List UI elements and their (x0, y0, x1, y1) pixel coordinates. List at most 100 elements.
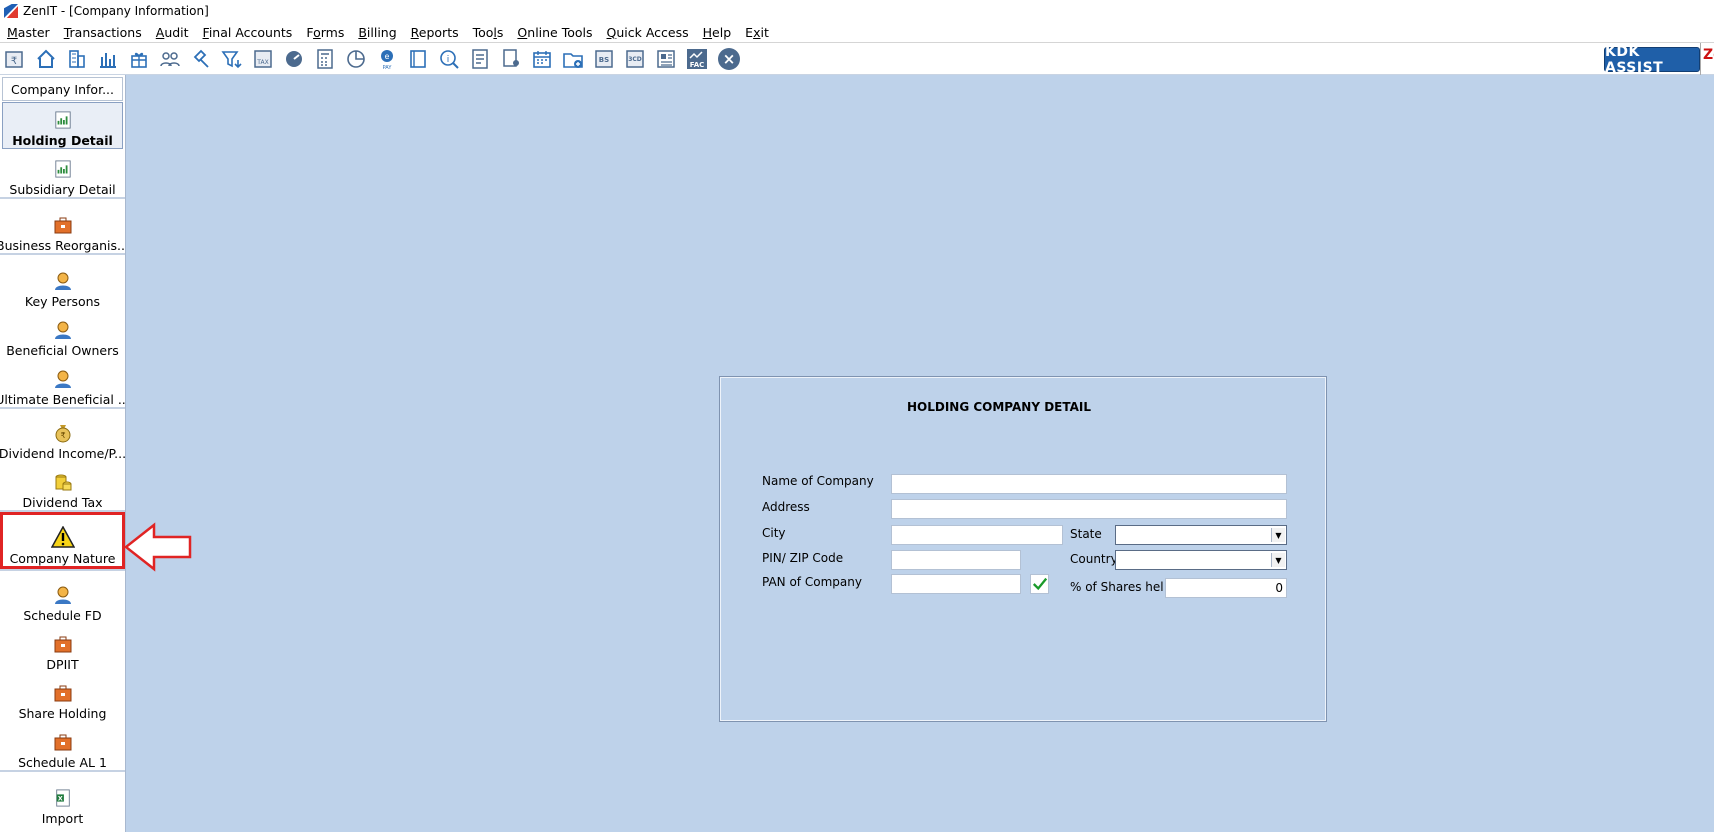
city-field[interactable] (891, 525, 1063, 545)
briefcase-icon (53, 683, 73, 703)
gift-icon[interactable] (127, 47, 151, 71)
menu-exit[interactable]: Exit (738, 25, 776, 40)
svg-text:TAX: TAX (256, 59, 268, 66)
sidebar-group-schedules: Schedule FD DPIIT Share Holding Schedule… (0, 569, 125, 772)
sidebar-group-holding: Holding Detail Subsidiary Detail (0, 102, 125, 199)
pin-zip-field[interactable] (891, 550, 1021, 570)
svg-text:FAC: FAC (690, 61, 705, 69)
report-sheet-icon[interactable] (468, 47, 492, 71)
sidebar-item-dpiit[interactable]: DPIIT (0, 623, 125, 672)
kdk-assist-button[interactable]: KDK ASSIST (1604, 44, 1700, 76)
sidebar-group-nature: Company Nature (0, 512, 125, 569)
svg-text:PAY: PAY (383, 65, 393, 70)
folder-add-icon[interactable] (561, 47, 585, 71)
info-search-icon[interactable]: i (437, 47, 461, 71)
gavel-icon[interactable] (189, 47, 213, 71)
sidebar-item-share-holding[interactable]: Share Holding (0, 672, 125, 721)
svg-text:3CD: 3CD (628, 56, 642, 63)
sidebar-item-holding-detail[interactable]: Holding Detail (2, 102, 123, 149)
menu-online-tools[interactable]: Online Tools (510, 25, 599, 40)
sidebar-item-ultimate-beneficial[interactable]: Ultimate Beneficial ... (0, 358, 125, 407)
building-icon[interactable] (65, 47, 89, 71)
svg-text:₹: ₹ (60, 431, 65, 440)
pin-zip-label: PIN/ ZIP Code (762, 551, 844, 565)
sidebar-item-company-nature[interactable]: Company Nature (0, 512, 125, 569)
menu-final-accounts[interactable]: Final Accounts (196, 25, 300, 40)
svg-text:e: e (385, 52, 390, 61)
calendar-icon[interactable] (530, 47, 554, 71)
title-bar: ZenIT - [Company Information] (0, 0, 1714, 22)
sidebar-item-dividend-income[interactable]: ₹ Dividend Income/P... (0, 409, 125, 461)
chevron-down-icon[interactable]: ▼ (1271, 528, 1285, 542)
sidebar-item-subsidiary-detail[interactable]: Subsidiary Detail (0, 150, 125, 197)
bs-icon[interactable]: BS (592, 47, 616, 71)
svg-text:₹: ₹ (11, 56, 17, 67)
group-icon[interactable] (158, 47, 182, 71)
bar-chart-icon[interactable] (96, 47, 120, 71)
menu-billing[interactable]: Billing (351, 25, 403, 40)
epay-icon[interactable]: e PAY (375, 47, 399, 71)
person-icon (53, 320, 73, 340)
holding-company-panel: HOLDING COMPANY DETAIL Name of Company A… (719, 376, 1327, 722)
sidebar-item-import[interactable]: X Import (0, 772, 125, 826)
country-label: Country (1070, 552, 1118, 566)
chevron-down-icon[interactable]: ▼ (1271, 553, 1285, 567)
menu-help[interactable]: Help (696, 25, 739, 40)
menu-transactions[interactable]: Transactions (57, 25, 149, 40)
menu-quick-access[interactable]: Quick Access (600, 25, 696, 40)
annotation-arrow-icon (124, 522, 192, 572)
sidebar-item-schedule-fd[interactable]: Schedule FD (0, 571, 125, 623)
sidebar-header[interactable]: Company Infor... (2, 77, 123, 101)
person-icon (53, 271, 73, 291)
home-icon[interactable] (34, 47, 58, 71)
city-label: City (762, 526, 786, 540)
speedometer-icon[interactable] (282, 47, 306, 71)
toolbar: ₹ TAX e PAY i BS 3CD FAC × (0, 43, 1714, 75)
country-dropdown[interactable]: ▼ (1115, 550, 1287, 570)
name-of-company-label: Name of Company (762, 474, 874, 488)
state-dropdown[interactable]: ▼ (1115, 525, 1287, 545)
filter-icon[interactable] (220, 47, 244, 71)
sidebar-item-key-persons[interactable]: Key Persons (0, 255, 125, 309)
briefcase-icon (53, 634, 73, 654)
fac-icon[interactable]: FAC (685, 47, 709, 71)
sidebar-item-dividend-tax[interactable]: Dividend Tax (0, 461, 125, 510)
state-label: State (1070, 527, 1102, 541)
toolbar-edge-text: Ze (1703, 47, 1714, 63)
sidebar-group-reorg: Business Reorganis... (0, 199, 125, 255)
coins-icon (53, 472, 73, 492)
menu-forms[interactable]: Forms (299, 25, 351, 40)
rupee-book-icon[interactable]: ₹ (3, 47, 27, 71)
menu-tools[interactable]: Tools (466, 25, 511, 40)
address-field[interactable] (891, 499, 1287, 519)
calculator-icon[interactable] (313, 47, 337, 71)
shares-held-field[interactable]: 0 (1165, 578, 1287, 598)
pan-verify-check-icon[interactable] (1030, 574, 1049, 594)
tax-calculator-icon[interactable]: TAX (251, 47, 275, 71)
person-icon (53, 369, 73, 389)
sidebar-group-dividend: ₹ Dividend Income/P... Dividend Tax (0, 409, 125, 512)
money-bag-icon: ₹ (53, 423, 73, 443)
ledger-book-icon[interactable] (406, 47, 430, 71)
menu-reports[interactable]: Reports (404, 25, 466, 40)
svg-text:BS: BS (599, 56, 609, 64)
newspaper-icon[interactable] (654, 47, 678, 71)
close-icon[interactable]: × (718, 47, 740, 70)
sidebar-item-schedule-al1[interactable]: Schedule AL 1 (0, 721, 125, 770)
briefcase-icon (53, 215, 73, 235)
toolbar-divider (1700, 43, 1701, 75)
menu-audit[interactable]: Audit (149, 25, 196, 40)
shares-held-label: % of Shares hel (1070, 580, 1164, 594)
user-document-icon[interactable] (499, 47, 523, 71)
menu-master[interactable]: Master (0, 25, 57, 40)
person-icon (53, 585, 73, 605)
pie-chart-icon[interactable] (344, 47, 368, 71)
svg-text:X: X (57, 796, 62, 803)
briefcase-icon (53, 732, 73, 752)
pan-field[interactable] (891, 574, 1021, 594)
name-of-company-field[interactable] (891, 474, 1287, 494)
3cd-icon[interactable]: 3CD (623, 47, 647, 71)
sidebar-item-business-reorganisation[interactable]: Business Reorganis... (0, 199, 125, 253)
sidebar-item-beneficial-owners[interactable]: Beneficial Owners (0, 309, 125, 358)
address-label: Address (762, 500, 810, 514)
